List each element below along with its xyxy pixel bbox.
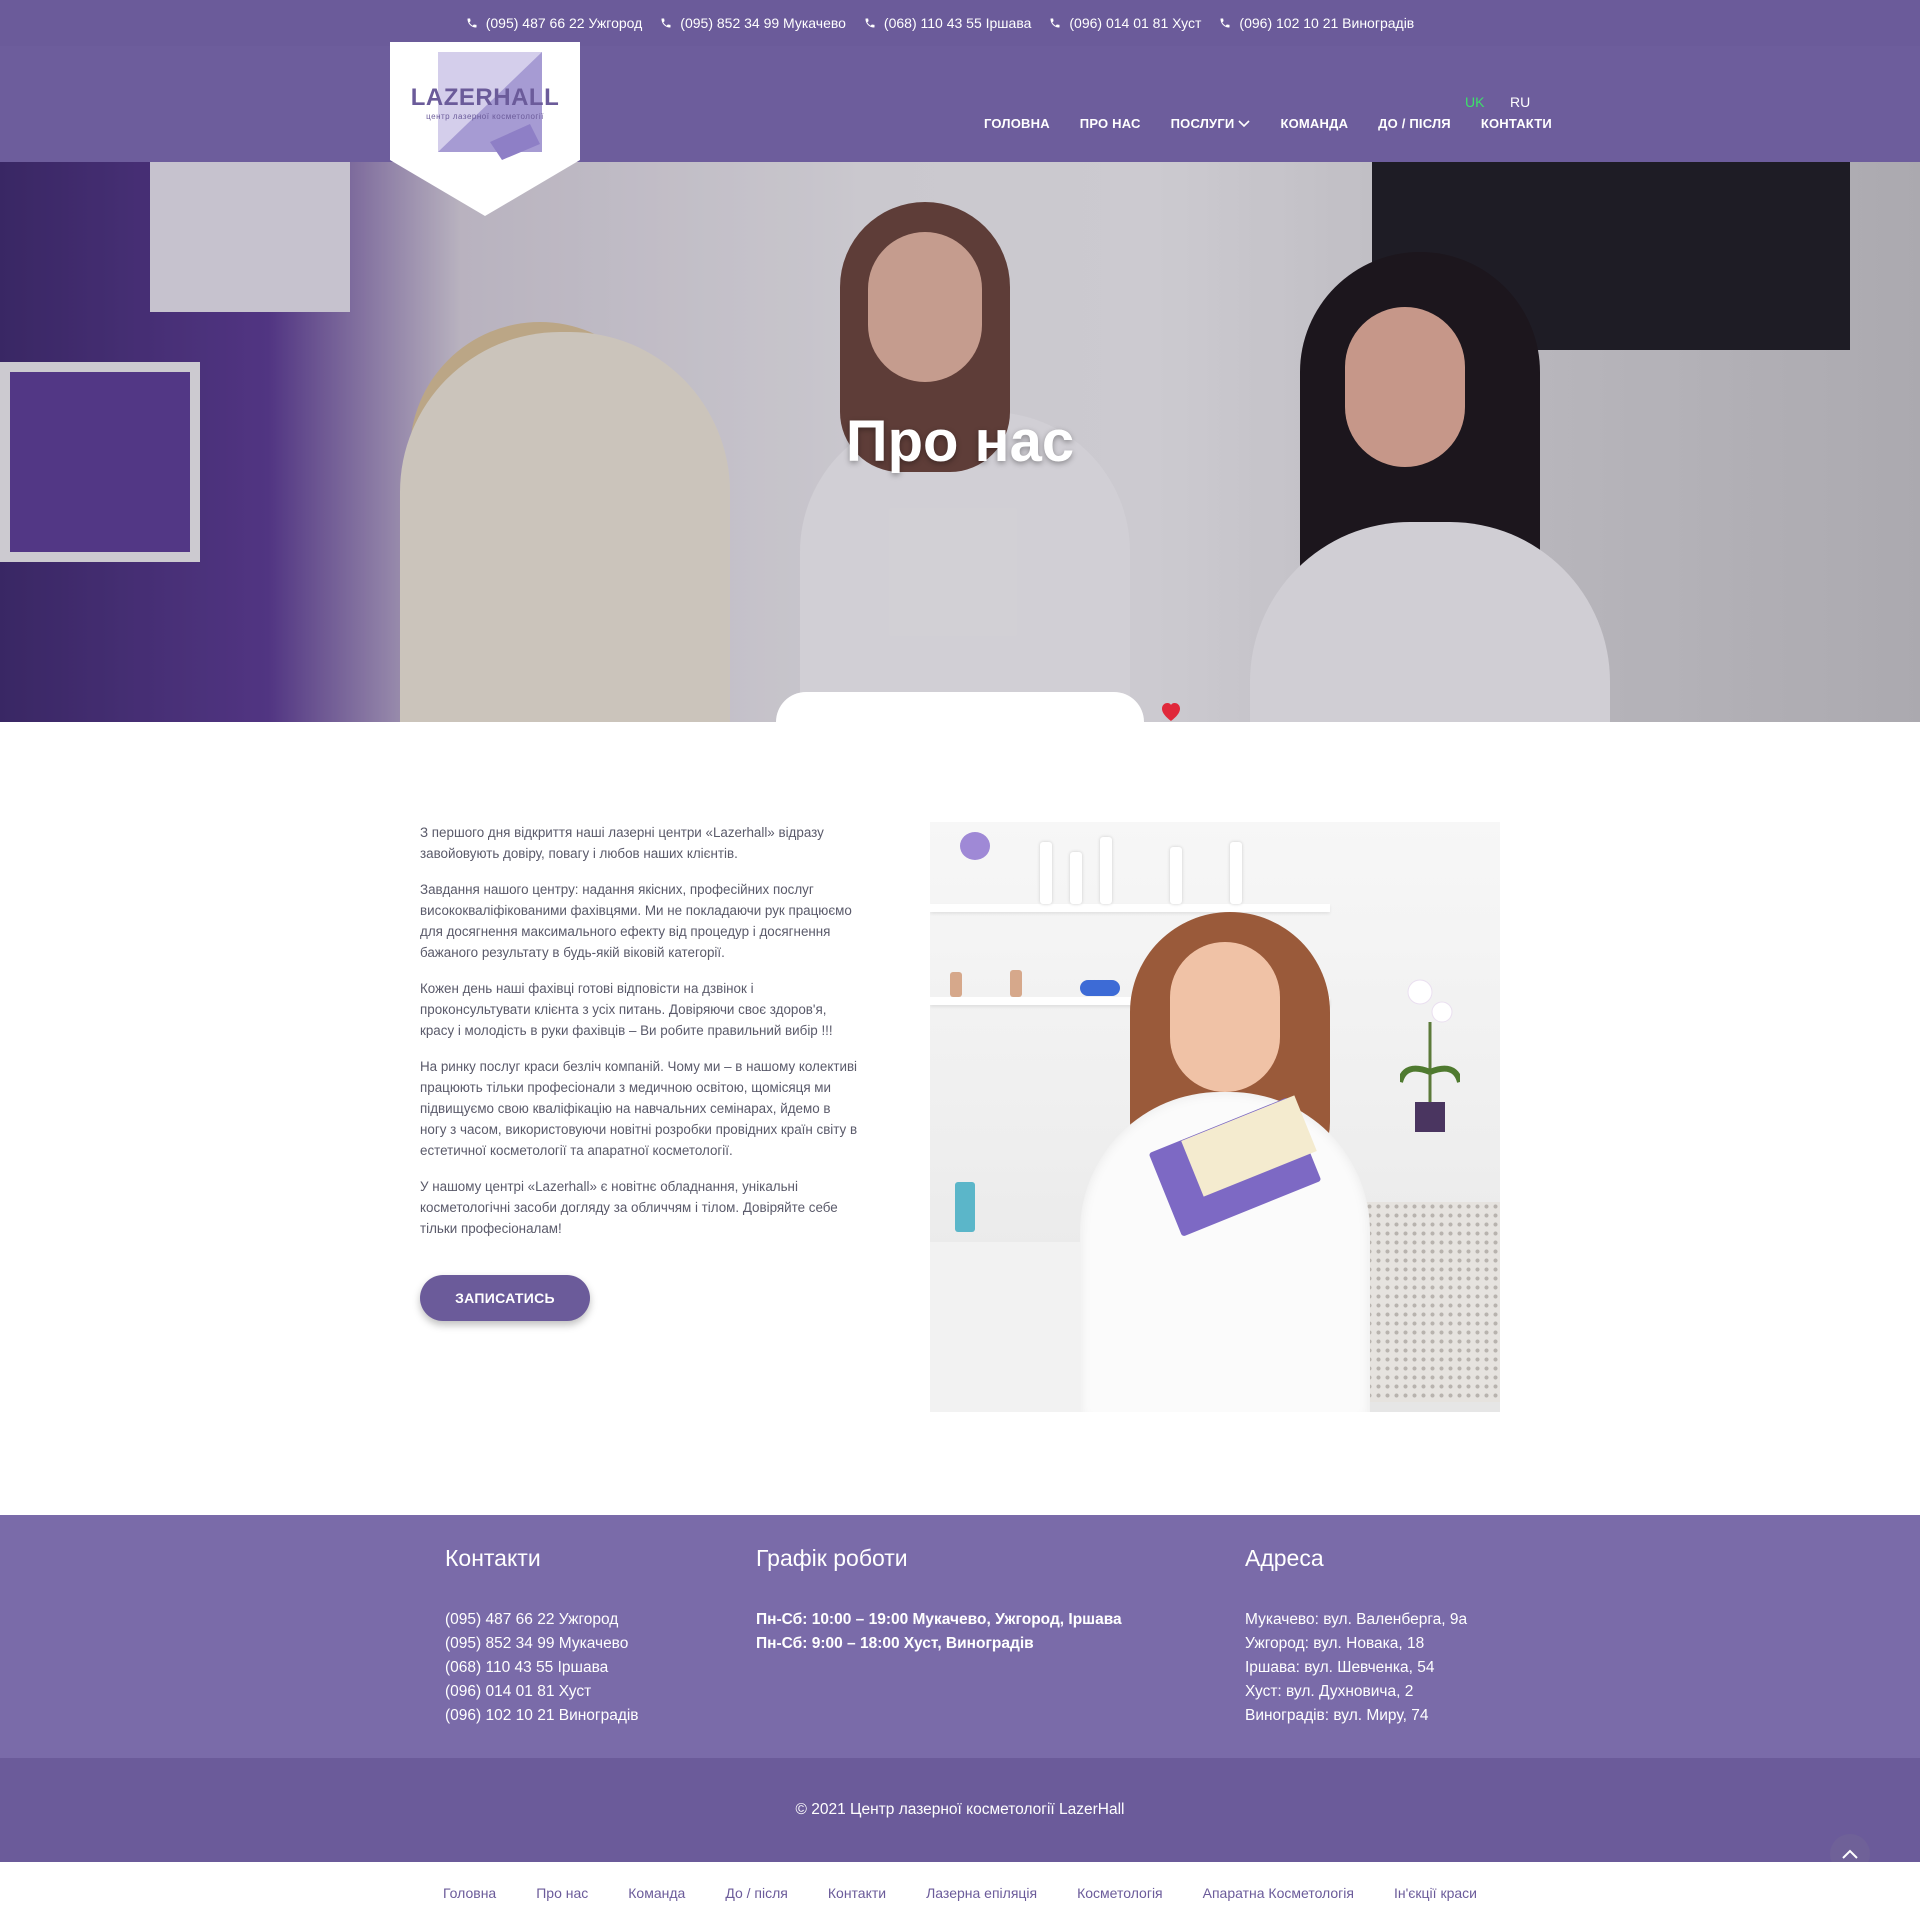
footer-nav-link[interactable]: Лазерна епіляція — [926, 1885, 1037, 1901]
nav-services-label: ПОСЛУГИ — [1170, 116, 1235, 131]
footer-addresses: Адреса Мукачево: вул. Валенберга, 9а Ужг… — [1245, 1545, 1467, 1728]
footer-schedule-item: Пн-Сб: 9:00 – 18:00 Хуст, Виноградів — [756, 1635, 1034, 1652]
site-footer: Контакти (095) 487 66 22 Ужгород (095) 8… — [0, 1515, 1920, 1758]
phone-icon — [467, 18, 477, 28]
topbar-phone[interactable]: (096) 102 10 21 Виноградів — [1219, 15, 1414, 31]
footer-schedule: Графік роботи Пн-Сб: 10:00 – 19:00 Мукач… — [756, 1545, 1122, 1656]
nav-before-after[interactable]: ДО / ПІСЛЯ — [1378, 116, 1451, 131]
photo-bottle — [1040, 842, 1052, 904]
about-paragraph: Кожен день наші фахівці готові відповіст… — [420, 981, 833, 1038]
site-logo[interactable]: LAZERHALL центр лазерної косметології — [390, 42, 580, 216]
about-paragraph: На ринку послуг краси безліч компаній. Ч… — [420, 1059, 858, 1158]
footer-nav-link[interactable]: Головна — [443, 1885, 496, 1901]
footer-schedule-item: Пн-Сб: 10:00 – 19:00 Мукачево, Ужгород, … — [756, 1611, 1122, 1628]
photo-bottle — [1100, 837, 1112, 904]
footer-schedule-title: Графік роботи — [756, 1545, 908, 1571]
hero-notch — [776, 692, 1144, 722]
logo-text: LAZERHALL — [410, 84, 560, 111]
footer-nav-link[interactable]: Контакти — [828, 1885, 886, 1901]
nav-contacts-label: КОНТАКТИ — [1480, 116, 1552, 131]
phone-icon — [1050, 18, 1060, 28]
page-title: Про нас — [845, 409, 1075, 474]
photo-bottle — [950, 972, 962, 997]
about-paragraph: Завдання нашого центру: надання якісних,… — [420, 882, 852, 960]
nav-before-after-label: ДО / ПІСЛЯ — [1378, 116, 1451, 131]
footer-address-title: Адреса — [1245, 1545, 1324, 1571]
phone-icon — [661, 18, 671, 28]
chevron-down-icon — [1238, 119, 1251, 127]
photo-orchid — [1400, 979, 1460, 1132]
nav-services[interactable]: ПОСЛУГИ — [1171, 116, 1251, 131]
footer-nav-link[interactable]: Команда — [628, 1885, 685, 1901]
signup-button[interactable]: ЗАПИСАТИСЬ — [420, 1275, 590, 1321]
hero-banner: Про нас — [0, 162, 1920, 722]
photo-shelf — [930, 904, 1330, 912]
phone-icon — [865, 18, 875, 28]
footer-address-item: Ужгород: вул. Новака, 18 — [1245, 1635, 1425, 1652]
nav-team-label: КОМАНДА — [1280, 116, 1349, 131]
photo-person-face — [1170, 942, 1280, 1092]
nav-about-label: ПРО НАС — [1079, 116, 1141, 131]
phone-icon — [1220, 18, 1230, 28]
logo-subtitle: центр лазерної косметології — [426, 112, 544, 121]
footer-nav-link[interactable]: До / після — [725, 1885, 788, 1901]
nav-home-label: ГОЛОВНА — [984, 116, 1050, 131]
lang-ru-link[interactable]: RU — [1510, 94, 1530, 110]
topbar-phone[interactable]: (095) 487 66 22 Ужгород — [466, 15, 643, 31]
top-contact-bar: (095) 487 66 22 Ужгород (095) 852 34 99 … — [0, 0, 1920, 46]
main-nav: ГОЛОВНА ПРО НАС ПОСЛУГИ КОМАНДА ДО / ПІС… — [984, 116, 1552, 131]
topbar-phone-text: (068) 110 43 55 Іршава — [883, 15, 1032, 31]
nav-about[interactable]: ПРО НАС — [1080, 116, 1141, 131]
footer-address-item: Мукачево: вул. Валенберга, 9а — [1245, 1611, 1468, 1628]
photo-bottle — [1230, 842, 1242, 904]
nav-team[interactable]: КОМАНДА — [1280, 116, 1348, 131]
about-paragraph: У нашому центрі «Lazerhall» є новітнє об… — [420, 1179, 838, 1236]
footer-contact-item[interactable]: (095) 487 66 22 Ужгород — [445, 1608, 639, 1632]
about-photo — [930, 822, 1500, 1412]
footer-address-item: Хуст: вул. Духновича, 2 — [1245, 1683, 1414, 1700]
photo-bottle — [1010, 970, 1022, 997]
nav-home[interactable]: ГОЛОВНА — [984, 116, 1050, 131]
lang-uk-link[interactable]: UK — [1465, 94, 1484, 110]
topbar-phone-text: (095) 487 66 22 Ужгород — [485, 15, 643, 31]
topbar-phone[interactable]: (096) 014 01 81 Хуст — [1049, 15, 1201, 31]
photo-bottle — [955, 1182, 975, 1232]
chevron-up-icon — [1842, 1849, 1858, 1859]
site-header: UK RU ГОЛОВНА ПРО НАС ПОСЛУГИ КОМАНДА ДО… — [0, 46, 1920, 162]
copyright-bar: © 2021 Центр лазерної косметології Lazer… — [0, 1758, 1920, 1862]
footer-contact-item[interactable]: (068) 110 43 55 Іршава — [445, 1656, 639, 1680]
nav-contacts[interactable]: КОНТАКТИ — [1481, 116, 1552, 131]
topbar-phone-text: (096) 102 10 21 Виноградів — [1239, 15, 1415, 31]
footer-nav-link[interactable]: Апаратна Косметологія — [1203, 1885, 1354, 1901]
photo-bottle — [1170, 847, 1182, 904]
footer-nav-link[interactable]: Ін'єкції краси — [1394, 1885, 1477, 1901]
about-text: З першого дня відкриття наші лазерні цен… — [420, 822, 860, 1254]
heart-icon[interactable] — [1158, 700, 1184, 722]
footer-contacts: Контакти (095) 487 66 22 Ужгород (095) 8… — [445, 1545, 639, 1728]
topbar-phone-text: (096) 014 01 81 Хуст — [1069, 15, 1202, 31]
footer-contacts-title: Контакти — [445, 1545, 541, 1571]
about-paragraph: З першого дня відкриття наші лазерні цен… — [420, 825, 824, 861]
footer-nav-link[interactable]: Про нас — [536, 1885, 588, 1901]
copyright-text: © 2021 Центр лазерної косметології Lazer… — [795, 1801, 1125, 1818]
footer-contact-item[interactable]: (096) 102 10 21 Виноградів — [445, 1704, 639, 1728]
topbar-phone[interactable]: (095) 852 34 99 Мукачево — [660, 15, 846, 31]
topbar-phone[interactable]: (068) 110 43 55 Іршава — [864, 15, 1031, 31]
footer-contact-item[interactable]: (096) 014 01 81 Хуст — [445, 1680, 639, 1704]
topbar-phone-text: (095) 852 34 99 Мукачево — [680, 15, 846, 31]
footer-contact-item[interactable]: (095) 852 34 99 Мукачево — [445, 1632, 639, 1656]
footer-address-item: Іршава: вул. Шевченка, 54 — [1245, 1659, 1435, 1676]
photo-flower — [960, 832, 990, 860]
footer-nav-link[interactable]: Косметологія — [1077, 1885, 1163, 1901]
photo-item — [1080, 980, 1120, 996]
footer-nav: Головна Про нас Команда До / після Конта… — [0, 1862, 1920, 1924]
footer-address-item: Виноградів: вул. Миру, 74 — [1245, 1707, 1429, 1724]
photo-bottle — [1070, 852, 1082, 904]
